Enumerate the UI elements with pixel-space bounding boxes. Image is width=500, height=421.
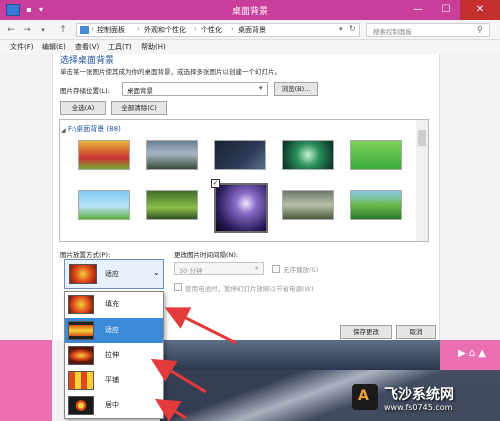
annotation-arrows xyxy=(150,307,237,421)
watermark-logo: A xyxy=(352,384,378,410)
watermark-url: www.fs0745.com xyxy=(384,403,453,412)
annotation-arrow-fill xyxy=(164,307,237,345)
annotation-arrow-stretch xyxy=(150,358,207,394)
watermark-title: 飞沙系统网 xyxy=(384,387,454,403)
annotation-arrow-center xyxy=(154,398,187,421)
